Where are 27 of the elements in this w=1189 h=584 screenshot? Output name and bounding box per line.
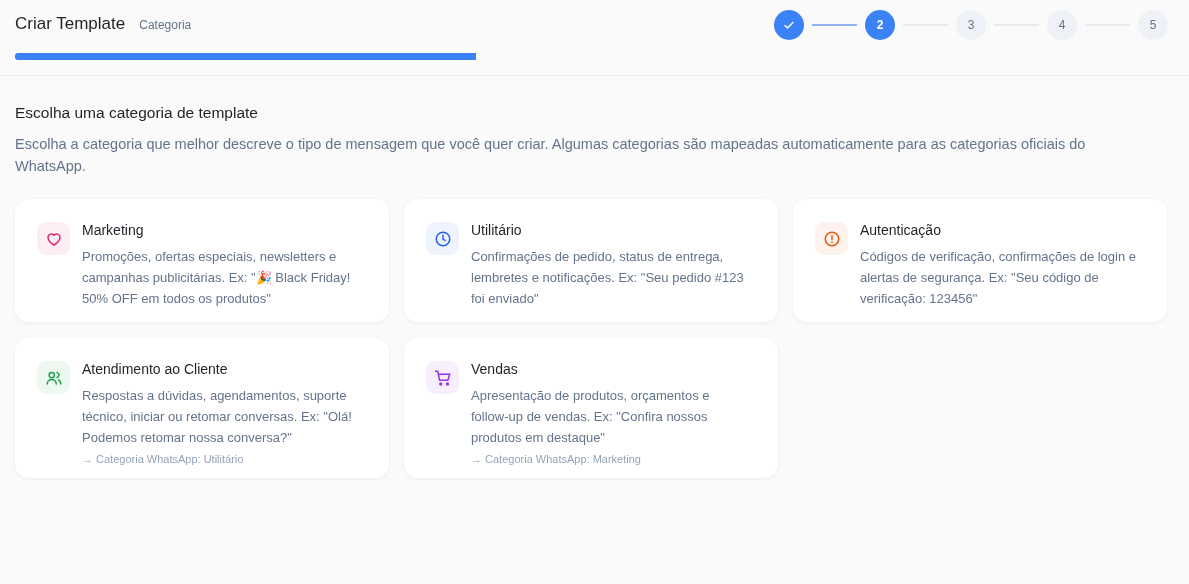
category-card[interactable]: Vendas Apresentação de produtos, orçamentos e follow-up de vendas. Ex: "Confira nossos produtos em destaque" → Categoria WhatsApp: Marketing (404, 338, 778, 478)
step-indicator[interactable]: 4 (1047, 10, 1077, 40)
section-description: Escolha a categoria que melhor descreve o tipo de mensagem que você quer criar. Algumas categorias são mapeadas automaticamente para as categorias oficiais do WhatsApp. (15, 135, 1087, 176)
category-description: Códigos de verificação, confirmações de login e alertas de segurança. Ex: "Seu código de verificação: 123456" (860, 248, 1138, 308)
step-name: Categoria (139, 18, 192, 32)
whatsapp-category-note: → Categoria WhatsApp: Marketing (471, 453, 642, 465)
step-indicator[interactable]: 5 (1138, 10, 1168, 40)
category-card[interactable]: Autenticação Códigos de verificação, confirmações de login e alertas de segurança. Ex: "Seu código de verificação: 123456" (793, 199, 1167, 322)
category-card[interactable]: Utilitário Confirmações de pedido, status de entrega, lembretes e notificações. Ex: "Seu pedido #123 foi enviado" (404, 199, 778, 322)
category-description: Apresentação de produtos, orçamentos e follow-up de vendas. Ex: "Confira nossos produtos em destaque" (471, 387, 711, 447)
category-title: Vendas (471, 361, 519, 377)
category-title: Utilitário (471, 222, 523, 238)
category-card[interactable]: Atendimento ao Cliente Respostas a dúvidas, agendamentos, suporte técnico, iniciar ou retomar conversas. Ex: "Olá! Podemos retomar nossa conversa?" → Categoria WhatsApp: Utilitário (15, 338, 389, 478)
category-description: Confirmações de pedido, status de entrega, lembretes e notificações. Ex: "Seu pedido #123 foi enviado" (471, 248, 745, 308)
whatsapp-category-note: → Categoria WhatsApp: Utilitário (82, 453, 245, 465)
page-title: Criar Template (15, 14, 126, 34)
step-indicator[interactable]: 3 (956, 10, 986, 40)
section-title: Escolha uma categoria de template (15, 104, 259, 122)
category-title: Atendimento ao Cliente (82, 361, 229, 377)
check-icon (783, 19, 795, 31)
category-title: Autenticação (860, 222, 942, 238)
category-title: Marketing (82, 222, 145, 238)
step-indicator[interactable] (774, 10, 804, 40)
category-card[interactable]: Marketing Promoções, ofertas especiais, newsletters e campanhas publicitárias. Ex: "🎉 Black Friday! 50% OFF em todos os produtos" (15, 199, 389, 322)
step-indicator[interactable]: 2 (865, 10, 895, 40)
category-description: Respostas a dúvidas, agendamentos, suporte técnico, iniciar ou retomar conversas. Ex: "Olá! Podemos retomar nossa conversa?" (82, 387, 353, 447)
category-description: Promoções, ofertas especiais, newsletters e campanhas publicitárias. Ex: "🎉 Black Friday! 50% OFF em todos os produtos" (82, 248, 352, 308)
